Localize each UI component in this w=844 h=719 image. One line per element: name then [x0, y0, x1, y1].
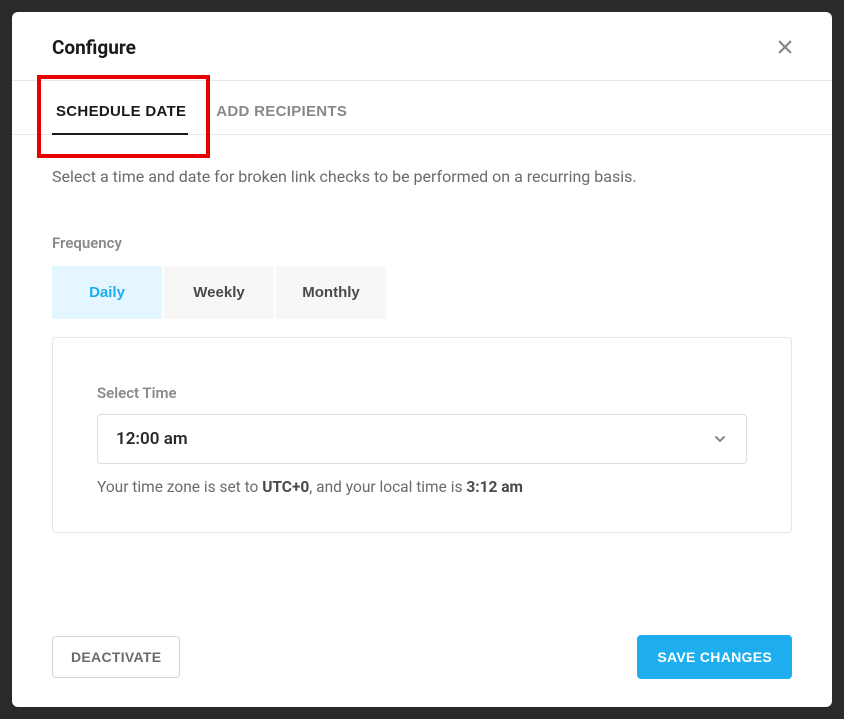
- frequency-weekly-button[interactable]: Weekly: [164, 266, 274, 319]
- close-icon: [776, 44, 794, 59]
- modal-title: Configure: [52, 36, 136, 59]
- select-time-label: Select Time: [97, 384, 747, 402]
- frequency-selector: Daily Weekly Monthly: [52, 266, 792, 319]
- frequency-monthly-button[interactable]: Monthly: [276, 266, 386, 319]
- local-time-value: 3:12 am: [466, 478, 523, 496]
- configure-modal: Configure SCHEDULE DATE ADD RECIPIENTS S…: [12, 12, 832, 707]
- frequency-label: Frequency: [52, 234, 792, 252]
- time-dropdown[interactable]: 12:00 am: [97, 414, 747, 464]
- description-text: Select a time and date for broken link c…: [52, 167, 792, 186]
- deactivate-button[interactable]: DEACTIVATE: [52, 636, 180, 678]
- modal-body: Select a time and date for broken link c…: [12, 135, 832, 707]
- tz-value: UTC+0: [262, 478, 309, 496]
- frequency-daily-button[interactable]: Daily: [52, 266, 162, 319]
- modal-header: Configure: [12, 12, 832, 81]
- close-button[interactable]: [772, 34, 798, 60]
- modal-footer: DEACTIVATE SAVE CHANGES: [52, 599, 792, 679]
- time-value: 12:00 am: [116, 429, 188, 449]
- tz-middle: , and your local time is: [309, 478, 466, 496]
- timezone-info: Your time zone is set to UTC+0, and your…: [97, 478, 747, 496]
- tz-prefix: Your time zone is set to: [97, 478, 262, 496]
- tab-add-recipients[interactable]: ADD RECIPIENTS: [212, 81, 351, 134]
- tab-bar: SCHEDULE DATE ADD RECIPIENTS: [12, 81, 832, 135]
- chevron-down-icon: [712, 431, 728, 447]
- save-changes-button[interactable]: SAVE CHANGES: [637, 635, 792, 679]
- tab-schedule-date[interactable]: SCHEDULE DATE: [52, 81, 190, 134]
- time-settings-panel: Select Time 12:00 am Your time zone is s…: [52, 337, 792, 533]
